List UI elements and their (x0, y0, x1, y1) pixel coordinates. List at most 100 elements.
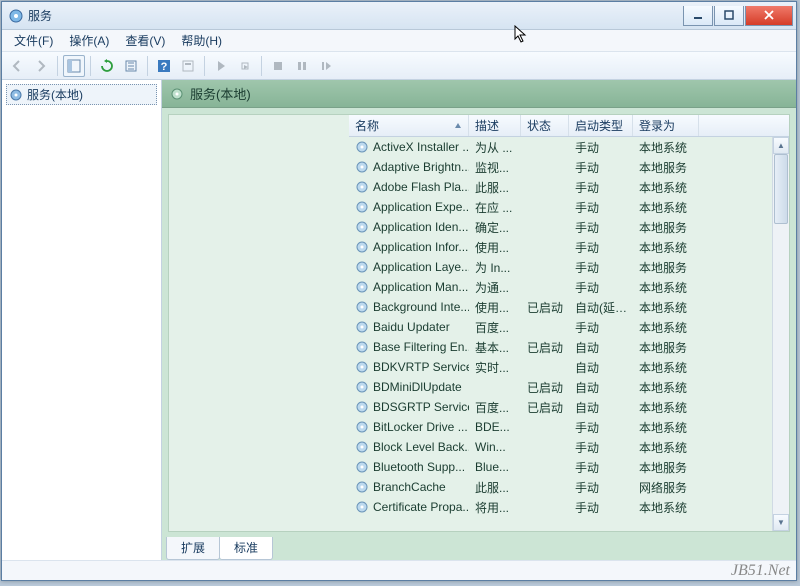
column-status[interactable]: 状态 (521, 115, 569, 136)
cell-logon: 本地系统 (633, 179, 699, 196)
vertical-scrollbar[interactable]: ▲ ▼ (772, 137, 789, 531)
close-button[interactable] (745, 6, 793, 26)
minimize-button[interactable] (683, 6, 713, 26)
title-bar[interactable]: 服务 (2, 2, 796, 30)
help-button[interactable]: ? (153, 55, 175, 77)
cell-description: 将用... (469, 499, 521, 516)
column-description[interactable]: 描述 (469, 115, 521, 136)
menu-help[interactable]: 帮助(H) (173, 30, 230, 51)
properties-button[interactable] (177, 55, 199, 77)
gear-icon (355, 220, 369, 234)
menu-action[interactable]: 操作(A) (61, 30, 117, 51)
cell-startup: 手动 (569, 259, 633, 276)
menu-view[interactable]: 查看(V) (117, 30, 173, 51)
cell-name: Bluetooth Supp... (349, 460, 469, 474)
cell-description: 百度... (469, 319, 521, 336)
cell-description: 监视... (469, 159, 521, 176)
column-name[interactable]: 名称 (349, 115, 469, 136)
gear-icon (355, 200, 369, 214)
cell-startup: 手动 (569, 459, 633, 476)
cell-status: 已启动 (521, 379, 569, 396)
cell-description: 基本... (469, 339, 521, 356)
gear-icon (355, 160, 369, 174)
restart-service-button[interactable] (315, 55, 337, 77)
body: 服务(本地) 服务(本地) 名称 描述 状态 启动类型 登录为 Ac (2, 80, 796, 560)
table-row[interactable]: Adobe Flash Pla...此服...手动本地系统 (349, 177, 789, 197)
cell-startup: 手动 (569, 319, 633, 336)
gear-icon (355, 440, 369, 454)
table-row[interactable]: Block Level Back...Win...手动本地系统 (349, 437, 789, 457)
scroll-thumb[interactable] (774, 154, 788, 224)
table-row[interactable]: ActiveX Installer ...为从 ...手动本地系统 (349, 137, 789, 157)
stop-service-button[interactable] (267, 55, 289, 77)
cell-logon: 本地服务 (633, 159, 699, 176)
tree-root-services-local[interactable]: 服务(本地) (6, 84, 157, 105)
svg-text:?: ? (161, 61, 168, 73)
export-list-button[interactable] (120, 55, 142, 77)
window-buttons (683, 6, 793, 26)
tab-strip: 扩展 标准 (162, 538, 796, 560)
window-title: 服务 (28, 7, 683, 24)
menu-file[interactable]: 文件(F) (6, 30, 61, 51)
table-row[interactable]: BDMiniDlUpdate已启动自动本地系统 (349, 377, 789, 397)
cell-description: 实时... (469, 359, 521, 376)
table-row[interactable]: Application Man...为通...手动本地系统 (349, 277, 789, 297)
column-startup-type[interactable]: 启动类型 (569, 115, 633, 136)
cell-logon: 本地系统 (633, 239, 699, 256)
scroll-down-button[interactable]: ▼ (773, 514, 789, 531)
detail-area (169, 115, 349, 531)
table-row[interactable]: Bluetooth Supp...Blue...手动本地服务 (349, 457, 789, 477)
cell-name: BranchCache (349, 480, 469, 494)
gear-icon (355, 360, 369, 374)
gear-icon (9, 88, 23, 102)
table-row[interactable]: Application Laye...为 In...手动本地服务 (349, 257, 789, 277)
back-button[interactable] (6, 55, 28, 77)
table-row[interactable]: Application Expe...在应 ...手动本地系统 (349, 197, 789, 217)
table-row[interactable]: Certificate Propa...将用...手动本地系统 (349, 497, 789, 517)
toolbar-separator (204, 56, 205, 76)
cell-status: 已启动 (521, 299, 569, 316)
forward-button[interactable] (30, 55, 52, 77)
cell-name: Adobe Flash Pla... (349, 180, 469, 194)
cell-name: Application Laye... (349, 260, 469, 274)
pause-service-button[interactable] (291, 55, 313, 77)
cell-name: BDKVRTP Service (349, 360, 469, 374)
tree-pane: 服务(本地) (2, 80, 162, 560)
table-row[interactable]: BranchCache此服...手动网络服务 (349, 477, 789, 497)
cell-description: 确定... (469, 219, 521, 236)
cell-description: 使用... (469, 299, 521, 316)
pane-header: 服务(本地) (162, 80, 796, 108)
cell-startup: 手动 (569, 499, 633, 516)
cell-name: BDMiniDlUpdate (349, 380, 469, 394)
toolbar-separator (261, 56, 262, 76)
tree-root-label: 服务(本地) (27, 86, 83, 103)
scroll-track[interactable] (773, 154, 789, 514)
gear-icon (355, 180, 369, 194)
show-hide-tree-button[interactable] (63, 55, 85, 77)
table-row[interactable]: Background Inte...使用...已启动自动(延迟...本地系统 (349, 297, 789, 317)
gear-icon (355, 320, 369, 334)
service-rows: ActiveX Installer ...为从 ...手动本地系统Adaptiv… (349, 137, 789, 531)
table-row[interactable]: BDSGRTP Service百度...已启动自动本地系统 (349, 397, 789, 417)
start-service-button[interactable] (210, 55, 232, 77)
table-row[interactable]: Adaptive Brightn...监视...手动本地服务 (349, 157, 789, 177)
table-row[interactable]: Application Iden...确定...手动本地服务 (349, 217, 789, 237)
cell-name: Baidu Updater (349, 320, 469, 334)
gear-icon (355, 380, 369, 394)
app-icon (8, 8, 24, 24)
scroll-up-button[interactable]: ▲ (773, 137, 789, 154)
tab-standard[interactable]: 标准 (219, 537, 273, 560)
table-row[interactable]: Application Infor...使用...手动本地系统 (349, 237, 789, 257)
refresh-button[interactable] (96, 55, 118, 77)
tab-extended[interactable]: 扩展 (166, 537, 220, 560)
table-row[interactable]: Baidu Updater百度...手动本地系统 (349, 317, 789, 337)
pane-body: 名称 描述 状态 启动类型 登录为 ActiveX Installer ...为… (168, 114, 790, 532)
cell-startup: 手动 (569, 179, 633, 196)
table-row[interactable]: BitLocker Drive ...BDE...手动本地系统 (349, 417, 789, 437)
cell-startup: 自动 (569, 339, 633, 356)
maximize-button[interactable] (714, 6, 744, 26)
column-logon-as[interactable]: 登录为 (633, 115, 699, 136)
table-row[interactable]: Base Filtering En...基本...已启动自动本地服务 (349, 337, 789, 357)
run-button[interactable] (234, 55, 256, 77)
table-row[interactable]: BDKVRTP Service实时...自动本地系统 (349, 357, 789, 377)
